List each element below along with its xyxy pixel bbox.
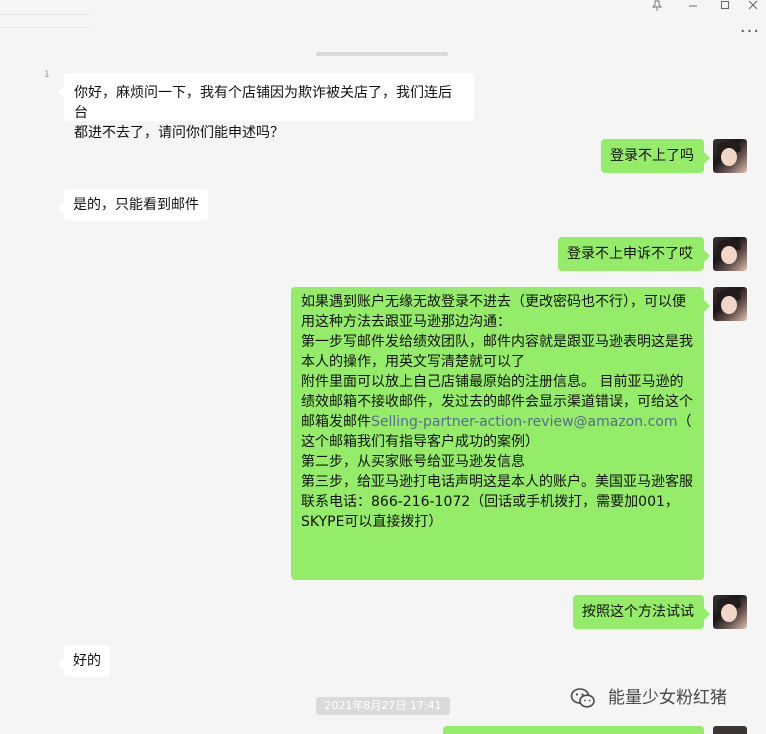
message-bubble-outgoing[interactable]: 如果遇到账户无缘无故登录不进去（更改密码也不行），可以便 用这种方法去跟亚马逊那… — [291, 287, 710, 580]
message-bubble-incoming[interactable]: 你好，麻烦问一下，我有个店铺因为欺诈被关店了，我们连后台 都进不去了，请问你们能… — [58, 73, 474, 141]
avatar[interactable] — [713, 595, 747, 629]
timestamp: 2021年8月27日 17:41 — [316, 697, 450, 715]
message-bubble-outgoing[interactable]: 登录不上了吗 — [601, 139, 710, 173]
unread-marker: 1 — [44, 70, 50, 80]
more-icon[interactable]: ··· — [738, 23, 762, 41]
message-bubble-incoming[interactable]: 是的，只能看到邮件 — [58, 189, 208, 221]
scroll-indicator[interactable] — [316, 52, 448, 56]
avatar[interactable] — [713, 726, 747, 734]
avatar[interactable] — [713, 237, 747, 271]
close-icon[interactable] — [742, 0, 764, 14]
message-text: （ 这个邮箱我们有指导客户成功的案例） 第二步，从买家账号给亚马逊发信息 第三步… — [301, 414, 693, 530]
maximize-icon[interactable] — [714, 0, 736, 14]
wechat-official-account-icon — [570, 687, 596, 709]
pin-icon[interactable] — [646, 0, 668, 14]
message-bubble-incoming[interactable]: 好的 — [58, 645, 110, 677]
title-bar: ··· — [0, 0, 766, 48]
avatar[interactable] — [713, 139, 747, 173]
message-bubble-outgoing[interactable]: 登录不上申诉不了哎 — [558, 237, 710, 271]
message-text: 如果遇到账户无缘无故登录不进去（更改密码也不行），可以便 用这种方法去跟亚马逊那… — [301, 294, 693, 430]
message-bubble-outgoing[interactable]: 按照这个方法试试 — [573, 595, 710, 629]
email-link[interactable]: Selling-partner-action-review@amazon.com — [371, 414, 677, 430]
watermark-text: 能量少女粉红猪 — [608, 688, 727, 708]
message-bubble-outgoing[interactable] — [443, 726, 704, 734]
avatar[interactable] — [713, 287, 747, 321]
chat-title-placeholder — [0, 14, 90, 40]
minimize-icon[interactable] — [682, 0, 704, 14]
